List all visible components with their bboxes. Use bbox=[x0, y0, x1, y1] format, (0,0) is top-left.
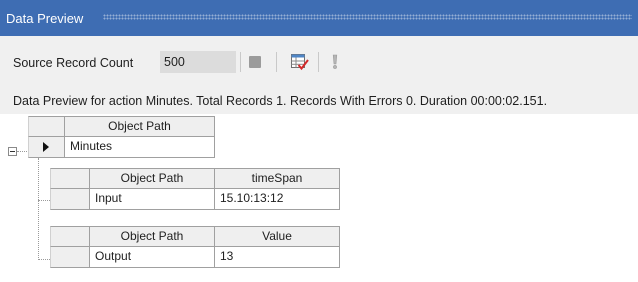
preview-table-icon bbox=[291, 54, 309, 71]
exclamation-icon bbox=[332, 54, 338, 69]
table-cell-value[interactable]: 13 bbox=[215, 247, 340, 268]
toolbar-separator bbox=[276, 52, 277, 72]
status-bar: Data Preview for action Minutes. Total R… bbox=[0, 88, 638, 114]
column-header-object-path[interactable]: Object Path bbox=[90, 226, 215, 247]
table-row-minutes[interactable]: Minutes bbox=[65, 137, 215, 158]
grid-corner-cell bbox=[28, 116, 65, 137]
collapse-toggle[interactable] bbox=[8, 147, 17, 156]
tree-connector bbox=[38, 259, 50, 260]
data-preview-grid[interactable]: Object Path Minutes Object Path timeSpan… bbox=[0, 114, 638, 282]
source-record-count-label: Source Record Count bbox=[13, 56, 134, 70]
table-cell-input[interactable]: Input bbox=[90, 189, 215, 210]
preview-button[interactable] bbox=[290, 52, 310, 72]
tree-connector bbox=[38, 200, 50, 201]
status-text: Data Preview for action Minutes. Total R… bbox=[13, 94, 548, 108]
current-row-arrow-icon bbox=[43, 142, 49, 152]
child-grid-corner-cell bbox=[50, 168, 90, 189]
tree-connector bbox=[38, 158, 39, 260]
row-header-selected[interactable] bbox=[28, 137, 65, 158]
show-errors-button[interactable] bbox=[329, 52, 341, 72]
stop-button[interactable] bbox=[247, 54, 263, 70]
toolbar-separator bbox=[240, 52, 241, 72]
toolbar: Source Record Count bbox=[0, 36, 638, 88]
minus-icon bbox=[10, 151, 15, 152]
source-record-count-input[interactable] bbox=[160, 51, 236, 73]
column-header-timespan[interactable]: timeSpan bbox=[215, 168, 340, 189]
table-cell-output[interactable]: Output bbox=[90, 247, 215, 268]
table-cell-timespan-value[interactable]: 15.10:13:12 bbox=[215, 189, 340, 210]
column-header-object-path[interactable]: Object Path bbox=[65, 116, 215, 137]
child-grid-corner-cell bbox=[50, 226, 90, 247]
column-header-object-path[interactable]: Object Path bbox=[90, 168, 215, 189]
column-header-value[interactable]: Value bbox=[215, 226, 340, 247]
stop-icon bbox=[249, 56, 261, 68]
row-header[interactable] bbox=[50, 189, 90, 210]
row-header[interactable] bbox=[50, 247, 90, 268]
panel-title: Data Preview bbox=[6, 11, 84, 26]
toolbar-separator bbox=[318, 52, 319, 72]
title-grip[interactable] bbox=[103, 14, 632, 20]
panel-title-bar: Data Preview bbox=[0, 0, 638, 36]
tree-connector bbox=[17, 151, 27, 152]
